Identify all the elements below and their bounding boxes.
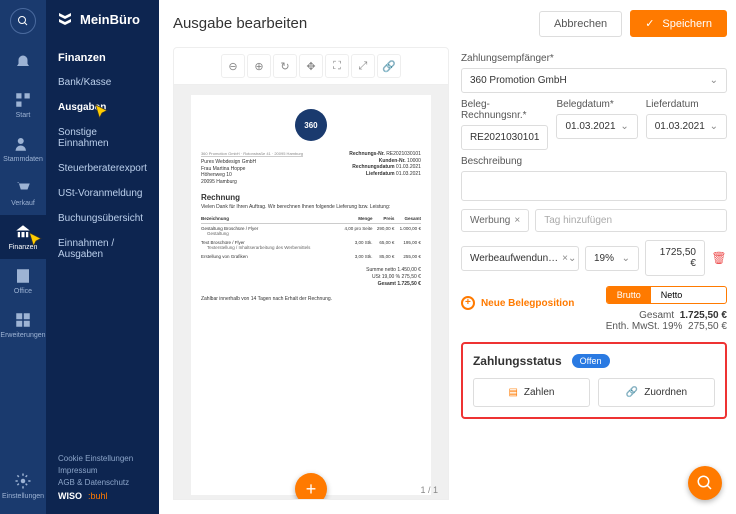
brutto-netto-toggle[interactable]: Brutto Netto (606, 286, 727, 304)
main: Ausgabe bearbeiten Abbrechen ✓Speichern … (159, 0, 736, 514)
rotate-button[interactable]: ↻ (273, 54, 297, 78)
description-label: Beschreibung (461, 156, 727, 167)
clear-icon[interactable]: × (562, 253, 568, 264)
pay-button[interactable]: ▤Zahlen (473, 378, 590, 407)
description-input[interactable] (461, 171, 727, 201)
toggle-netto[interactable]: Netto (651, 287, 693, 303)
zoom-in-button[interactable]: ⊕ (247, 54, 271, 78)
fit-button[interactable]: ⛶ (325, 54, 349, 78)
rail-finanzen[interactable]: Finanzen (0, 215, 46, 259)
rail-verkauf[interactable]: Verkauf (0, 171, 46, 215)
amount-input[interactable]: 1725,50 € (645, 240, 705, 276)
footer-impressum[interactable]: Impressum (58, 466, 147, 475)
doc-date-input[interactable]: 01.03.2021 (556, 114, 637, 139)
sidebar-link-buchung[interactable]: Buchungsübersicht (46, 206, 159, 231)
link-icon: 🔗 (626, 387, 638, 398)
bell-icon (14, 54, 32, 72)
apps-icon (14, 311, 32, 329)
sidebar-link-ausgaben[interactable]: Ausgaben (46, 95, 159, 120)
sidebar-link-steuerexport[interactable]: Steuerberaterexport (46, 156, 159, 181)
account-select[interactable]: Werbeaufwendun…× (461, 246, 579, 271)
zoom-out-icon: ⊖ (228, 60, 237, 73)
delivery-date-label: Lieferdatum (646, 99, 727, 110)
status-badge: Offen (572, 354, 610, 368)
zoom-out-button[interactable]: ⊖ (221, 54, 245, 78)
invoice-table: BezeichnungMengePreisGesamt Gestaltung B… (201, 214, 421, 261)
rail-stammdaten[interactable]: Stammdaten (0, 127, 46, 171)
check-icon: ✓ (645, 18, 654, 30)
expand-icon: ⤢ (359, 60, 368, 73)
sidebar: MeinBüro Finanzen Bank/Kasse Ausgaben So… (46, 0, 159, 514)
tag-input[interactable]: Tag hinzufügen (535, 209, 727, 232)
form-column: Zahlungsempfänger 360 Promotion GmbH Bel… (461, 47, 727, 500)
cart-icon (14, 179, 32, 197)
invoice-no-input[interactable]: RE2021030101 (461, 125, 549, 150)
fit-icon: ⛶ (333, 60, 341, 73)
plus-icon: + (306, 479, 317, 500)
buhl-logo: :buhl (88, 491, 108, 501)
search-icon (17, 15, 29, 27)
bank-icon (14, 223, 32, 241)
tag-chip[interactable]: Werbung× (461, 209, 529, 232)
page-title: Ausgabe bearbeiten (173, 15, 307, 32)
global-search[interactable] (10, 8, 36, 34)
toggle-brutto[interactable]: Brutto (607, 287, 651, 303)
brand: MeinBüro (46, 0, 159, 38)
document-preview[interactable]: 360 360 Promotion GmbH · Rotonstraße 41 … (173, 85, 449, 500)
recipient-label: Zahlungsempfänger (461, 53, 727, 64)
new-position-button[interactable]: + Neue Belegposition (461, 296, 574, 310)
recipient-select[interactable]: 360 Promotion GmbH (461, 68, 727, 93)
cancel-button[interactable]: Abbrechen (539, 11, 622, 37)
tag-remove-icon[interactable]: × (514, 215, 520, 226)
sidebar-footer: Cookie Einstellungen Impressum AGB & Dat… (46, 446, 159, 514)
delivery-date-input[interactable]: 01.03.2021 (646, 114, 727, 139)
move-icon: ✥ (306, 60, 315, 73)
rail-erweiterungen[interactable]: Erweiterungen (0, 303, 46, 347)
footer-agb[interactable]: AGB & Datenschutz (58, 478, 147, 487)
trash-icon: 🗑 (711, 251, 726, 265)
help-search-icon (696, 474, 714, 492)
payment-status-box: Zahlungsstatus Offen ▤Zahlen 🔗Zuordnen (461, 342, 727, 419)
invoice-logo: 360 (295, 109, 327, 141)
link-button[interactable]: 🔗 (377, 54, 401, 78)
sidebar-link-sonstige[interactable]: Sonstige Einnahmen (46, 120, 159, 156)
document-column: ⊖ ⊕ ↻ ✥ ⛶ ⤢ 🔗 360 360 Promotion GmbH · R… (173, 47, 449, 500)
rotate-icon: ↻ (280, 60, 289, 73)
invoice-no-label: Beleg-Rechnungsnr. (461, 99, 549, 121)
link-icon: 🔗 (382, 60, 396, 73)
wiso-logo: WISO (58, 491, 82, 501)
users-icon (14, 135, 32, 153)
add-fab[interactable]: + (295, 473, 327, 500)
sidebar-section-title: Finanzen (46, 38, 159, 70)
assign-button[interactable]: 🔗Zuordnen (598, 378, 715, 407)
fullscreen-button[interactable]: ⤢ (351, 54, 375, 78)
vat-select[interactable]: 19% (585, 246, 639, 271)
rail-notifications[interactable] (0, 46, 46, 83)
office-icon (14, 267, 32, 285)
page-indicator: 1 / 1 (420, 485, 438, 495)
save-button[interactable]: ✓Speichern (630, 10, 727, 37)
wallet-icon: ▤ (508, 387, 517, 398)
topbar: Ausgabe bearbeiten Abbrechen ✓Speichern (159, 0, 736, 47)
gear-icon (14, 472, 32, 490)
doc-date-label: Belegdatum (556, 99, 637, 110)
footer-cookies[interactable]: Cookie Einstellungen (58, 454, 147, 463)
grid-icon (14, 91, 32, 109)
status-title: Zahlungsstatus (473, 354, 562, 368)
sidebar-link-bank[interactable]: Bank/Kasse (46, 70, 159, 95)
delete-position-button[interactable]: 🗑 (711, 251, 727, 265)
document-page: 360 360 Promotion GmbH · Rotonstraße 41 … (191, 95, 431, 495)
sidebar-link-einnahmen[interactable]: Einnahmen / Ausgaben (46, 231, 159, 267)
rail-office[interactable]: Office (0, 259, 46, 303)
zoom-in-icon: ⊕ (254, 60, 263, 73)
plus-circle-icon: + (461, 296, 475, 310)
brand-logo-icon (56, 10, 74, 28)
rail-start[interactable]: Start (0, 83, 46, 127)
move-button[interactable]: ✥ (299, 54, 323, 78)
sidebar-link-ustva[interactable]: USt-Voranmeldung (46, 181, 159, 206)
icon-rail: Start Stammdaten Verkauf Finanzen Office… (0, 0, 46, 514)
rail-einstellungen[interactable]: Einstellungen (0, 464, 46, 508)
help-fab[interactable] (688, 466, 722, 500)
document-toolbar: ⊖ ⊕ ↻ ✥ ⛶ ⤢ 🔗 (173, 47, 449, 85)
